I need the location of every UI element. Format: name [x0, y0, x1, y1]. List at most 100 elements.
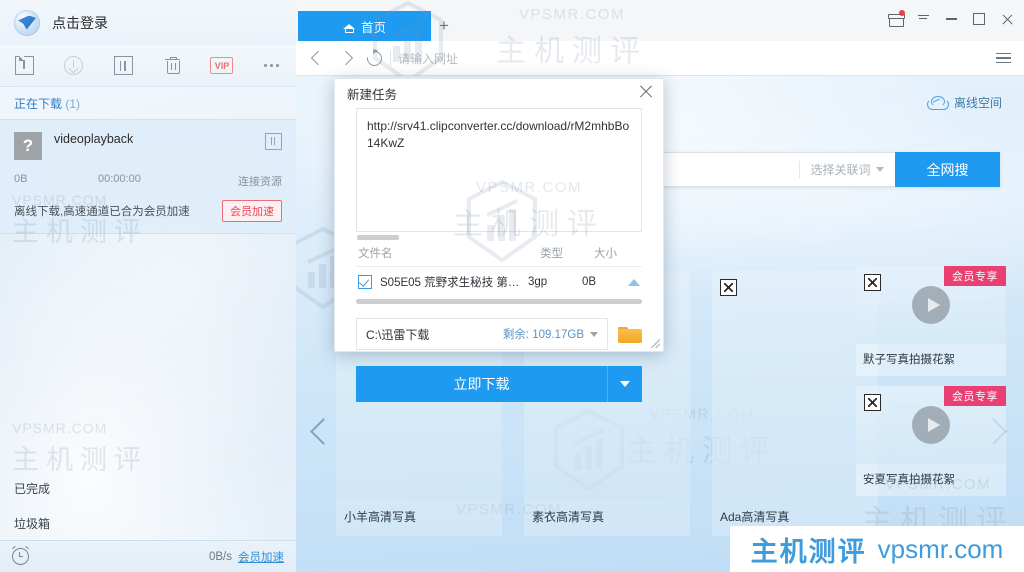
- download-tray-icon: [917, 14, 929, 25]
- back-button[interactable]: [304, 44, 332, 72]
- play-icon[interactable]: [912, 406, 950, 444]
- broken-image-icon: [720, 279, 737, 296]
- more-button[interactable]: [247, 45, 296, 86]
- file-size: 0B: [582, 276, 597, 288]
- file-list-header: 文件名 类型 大小: [356, 245, 642, 267]
- vip-icon: VIP: [210, 57, 234, 74]
- delete-button[interactable]: [148, 45, 197, 86]
- downloader-header: 点击登录: [0, 0, 296, 45]
- file-row[interactable]: S05E05 荒野求生秘技 第五季... 3gp 0B: [356, 267, 642, 295]
- column-size: 大小: [594, 248, 617, 260]
- member-accel-button[interactable]: 会员加速: [222, 200, 282, 222]
- play-icon[interactable]: [912, 286, 950, 324]
- keyword-select-label: 选择关联词: [810, 163, 871, 177]
- save-path-value: C:\迅雷下载: [366, 327, 430, 342]
- dialog-resize-grip[interactable]: [651, 339, 660, 348]
- browse-folder-button[interactable]: [618, 325, 642, 344]
- window-controls: [882, 8, 1020, 30]
- card-title: 素衣高清写真: [532, 510, 605, 524]
- browser-titlebar: 首页 + VPSMR.COM 主机测评: [296, 0, 1024, 84]
- task-pause-icon[interactable]: [265, 133, 282, 150]
- chevron-down-icon[interactable]: [590, 331, 598, 337]
- browser-navbar: 请输入网址: [296, 41, 1024, 76]
- task-thumbnail: ?: [14, 132, 42, 160]
- file-list-hscrollbar[interactable]: [356, 299, 642, 304]
- chevron-right-icon: [338, 50, 354, 66]
- task-name: videoplayback: [54, 132, 134, 146]
- bottom-watermark-cn: 主机测评: [750, 536, 867, 567]
- downloader-nav-links: 已完成 垃圾箱: [0, 471, 296, 541]
- maximize-button[interactable]: [966, 8, 992, 30]
- dialog-close-button[interactable]: [637, 83, 655, 101]
- dialog-actions: 立即下载: [356, 366, 642, 402]
- minimize-button[interactable]: [938, 8, 964, 30]
- card-title: 小羊高清写真: [344, 510, 417, 524]
- application-window: 点击登录 VIP 正在下载 (1) ? videoplayback 0B 00:…: [0, 0, 1024, 572]
- chevron-left-icon: [310, 50, 326, 66]
- dialog-title: 新建任务: [347, 88, 398, 102]
- status-member-accel-link[interactable]: 会员加速: [238, 549, 284, 565]
- side-card-list: 会员专享 默子写真拍摄花絮 会员专享 安夏写真拍摄花絮: [856, 266, 1006, 496]
- downloading-section-header[interactable]: 正在下载 (1): [0, 87, 296, 119]
- file-list-scroll-thumb[interactable]: [357, 235, 399, 240]
- menu-button[interactable]: [990, 45, 1016, 71]
- free-space-label: 剩余: 109.17GB: [502, 329, 584, 341]
- trash-icon: [165, 57, 181, 74]
- new-task-button[interactable]: [0, 45, 49, 86]
- save-path-field[interactable]: C:\迅雷下载 剩余: 109.17GB: [356, 318, 608, 350]
- search-button[interactable]: 全网搜: [895, 152, 1000, 187]
- side-card-title: 默子写真拍摄花絮: [863, 354, 955, 366]
- avatar[interactable]: [14, 9, 40, 36]
- download-now-button[interactable]: 立即下载: [356, 366, 607, 402]
- tab-home[interactable]: 首页: [298, 11, 431, 41]
- reload-icon: [363, 47, 385, 69]
- downloading-label: 正在下载: [14, 97, 63, 111]
- offline-space-button[interactable]: 离线空间: [926, 94, 1002, 111]
- sidebar-item-completed[interactable]: 已完成: [0, 471, 296, 506]
- task-note: 离线下载,高速通道已合为会员加速: [14, 206, 190, 218]
- forward-button[interactable]: [332, 44, 360, 72]
- keyword-select[interactable]: 选择关联词: [799, 152, 895, 187]
- address-bar[interactable]: 请输入网址: [398, 50, 990, 67]
- sidebar-item-trash[interactable]: 垃圾箱: [0, 506, 296, 541]
- new-tab-button[interactable]: +: [431, 11, 457, 41]
- side-card-thumbnail: 会员专享: [856, 386, 1006, 464]
- close-button[interactable]: [994, 8, 1020, 30]
- maximize-icon: [973, 13, 985, 25]
- downloading-count: (1): [65, 97, 81, 111]
- new-task-dialog: 新建任务 http://srv41.clipconverter.cc/downl…: [334, 78, 664, 402]
- pause-icon: [113, 56, 133, 75]
- close-icon: [1001, 13, 1013, 25]
- card-thumbnail: [712, 271, 878, 499]
- expand-icon[interactable]: [628, 278, 640, 286]
- download-task-row[interactable]: ? videoplayback 0B 00:00:00 连接资源 离线下载,高速…: [0, 119, 296, 234]
- column-name: 文件名: [358, 248, 393, 260]
- gift-button[interactable]: [882, 8, 908, 30]
- file-type: 3gp: [528, 276, 548, 288]
- navbar-divider: [390, 50, 391, 66]
- file-list: 文件名 类型 大小 S05E05 荒野求生秘技 第五季... 3gp 0B: [356, 235, 642, 304]
- vip-button[interactable]: VIP: [197, 45, 246, 86]
- start-download-button[interactable]: [49, 45, 98, 86]
- pause-button[interactable]: [99, 45, 148, 86]
- reload-button[interactable]: [360, 44, 388, 72]
- download-options-button[interactable]: [607, 366, 642, 402]
- download-icon: [64, 56, 84, 75]
- chevron-down-icon: [875, 167, 884, 172]
- clock-icon[interactable]: [12, 545, 29, 565]
- broken-image-icon: [864, 394, 881, 411]
- watermark-left-2: VPSMR.COM 主机测评: [12, 420, 148, 475]
- download-tray-button[interactable]: [910, 8, 936, 30]
- gift-icon: [887, 10, 905, 27]
- file-checkbox[interactable]: [358, 275, 372, 289]
- card-item[interactable]: Ada高清写真: [712, 271, 878, 536]
- file-name: S05E05 荒野求生秘技 第五季...: [380, 277, 528, 289]
- url-textarea[interactable]: http://srv41.clipconverter.cc/download/r…: [356, 108, 642, 232]
- side-card-item[interactable]: 会员专享 安夏写真拍摄花絮: [856, 386, 1006, 496]
- tab-home-label: 首页: [360, 20, 386, 35]
- broken-image-icon: [864, 274, 881, 291]
- downloader-panel: 点击登录 VIP 正在下载 (1) ? videoplayback 0B 00:…: [0, 0, 296, 572]
- side-card-item[interactable]: 会员专享 默子写真拍摄花絮: [856, 266, 1006, 376]
- column-type: 类型: [540, 248, 563, 260]
- login-link[interactable]: 点击登录: [52, 13, 108, 33]
